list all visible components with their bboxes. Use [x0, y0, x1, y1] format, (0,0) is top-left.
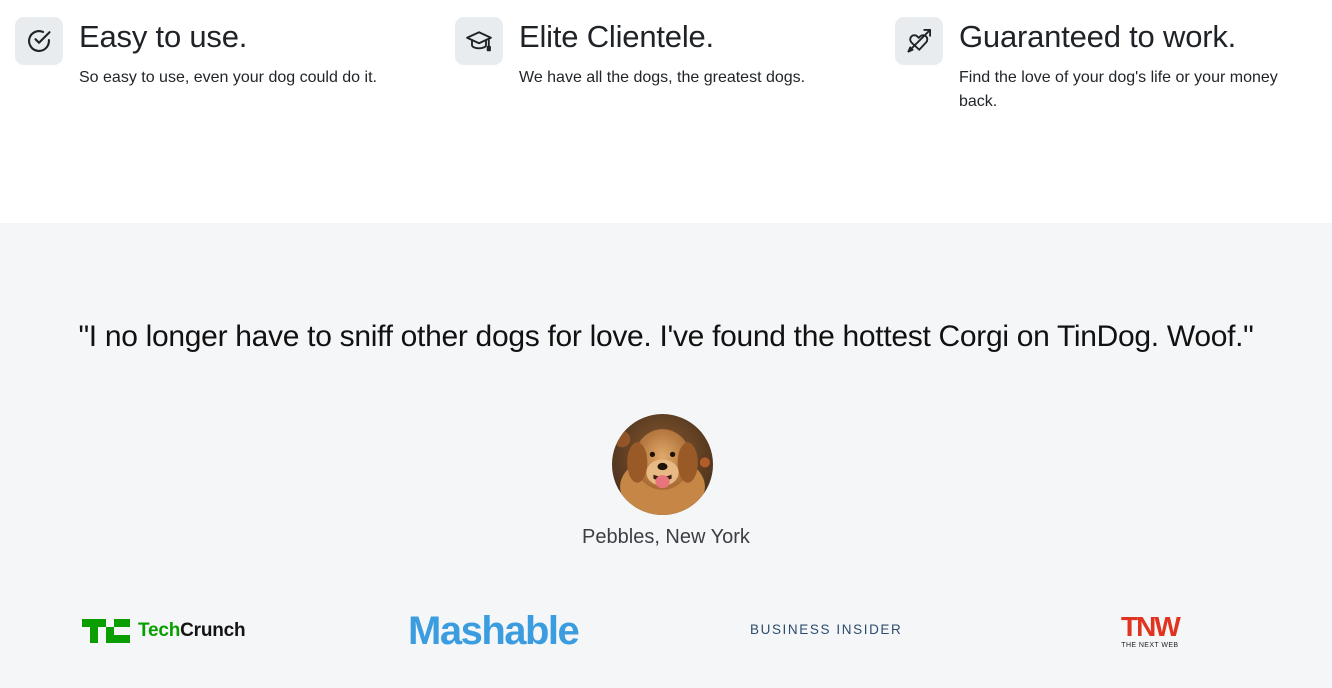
techcrunch-wordmark-suffix: Crunch	[180, 620, 246, 641]
business-insider-logo: BUSINESS INSIDER	[750, 622, 903, 637]
techcrunch-logo: TechCrunch	[82, 619, 246, 643]
feature-title: Easy to use.	[79, 19, 248, 54]
feature-text: So easy to use, even your dog could do i…	[79, 69, 377, 86]
feature-title: Elite Clientele.	[519, 19, 714, 54]
dog-photo-image	[612, 414, 713, 515]
techcrunch-mark-icon	[82, 619, 130, 643]
testimonial-quote: "I no longer have to sniff other dogs fo…	[78, 320, 1254, 353]
techcrunch-wordmark-prefix: Tech	[138, 620, 181, 641]
heart-arrow-icon	[907, 28, 932, 53]
feature-icon-box	[15, 17, 63, 65]
testimonial-section: "I no longer have to sniff other dogs fo…	[0, 223, 1332, 688]
graduation-cap-icon	[466, 31, 492, 52]
tnw-subtitle: THE NEXT WEB	[1121, 642, 1179, 649]
features-section: Easy to use. So easy to use, even your d…	[0, 0, 1332, 223]
techcrunch-wordmark: TechCrunch	[138, 620, 246, 642]
feature-icon-box	[455, 17, 503, 65]
the-next-web-logo: TNW THE NEXT WEB	[1121, 611, 1181, 650]
feature-text: Find the love of your dog's life or your…	[959, 69, 1278, 110]
tnw-wordmark: TNW	[1121, 611, 1181, 642]
testimonial-author: Pebbles, New York	[582, 526, 750, 548]
feature-text: We have all the dogs, the greatest dogs.	[519, 69, 806, 86]
feature-title: Guaranteed to work.	[959, 19, 1237, 54]
dog-avatar	[612, 414, 713, 515]
mashable-logo: Mashable	[408, 609, 580, 653]
check-circle-icon	[28, 30, 51, 52]
feature-icon-box	[895, 17, 943, 65]
